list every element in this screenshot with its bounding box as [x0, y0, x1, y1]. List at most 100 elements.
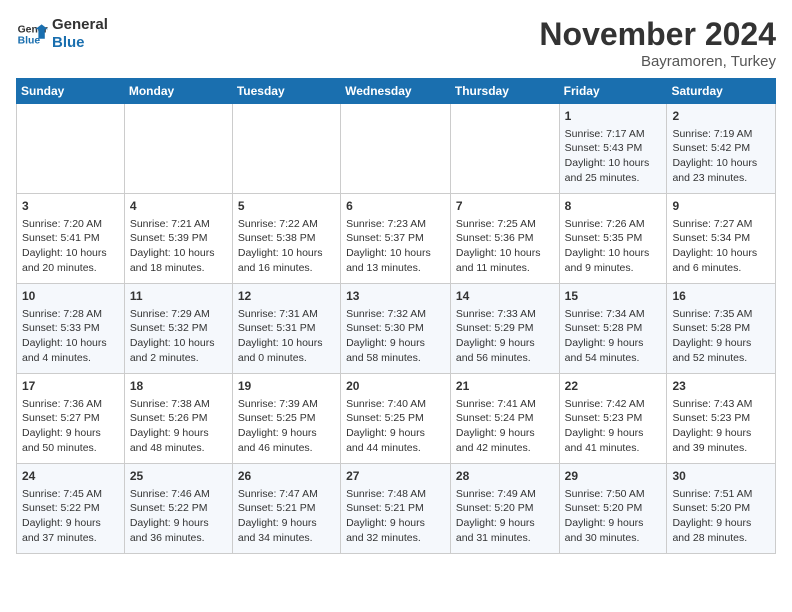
day-content: Daylight: 9 hours and 56 minutes. — [456, 336, 554, 365]
day-content: Sunrise: 7:49 AM — [456, 487, 554, 502]
day-content: Sunset: 5:37 PM — [346, 231, 445, 246]
day-content: Sunrise: 7:27 AM — [672, 217, 770, 232]
day-content: Daylight: 9 hours and 46 minutes. — [238, 426, 335, 455]
day-number: 21 — [456, 378, 554, 395]
day-number: 2 — [672, 108, 770, 125]
day-content: Sunrise: 7:28 AM — [22, 307, 119, 322]
day-content: Daylight: 9 hours and 32 minutes. — [346, 516, 445, 545]
day-content: Daylight: 9 hours and 50 minutes. — [22, 426, 119, 455]
day-content: Daylight: 10 hours and 2 minutes. — [130, 336, 227, 365]
table-row — [232, 104, 340, 194]
location: Bayramoren, Turkey — [539, 53, 776, 70]
day-content: Sunrise: 7:38 AM — [130, 397, 227, 412]
day-content: Sunrise: 7:39 AM — [238, 397, 335, 412]
table-row: 22Sunrise: 7:42 AMSunset: 5:23 PMDayligh… — [559, 374, 667, 464]
day-content: Sunset: 5:23 PM — [565, 411, 662, 426]
table-row — [341, 104, 451, 194]
day-content: Sunset: 5:21 PM — [346, 501, 445, 516]
col-sunday: Sunday — [17, 79, 125, 104]
day-number: 27 — [346, 468, 445, 485]
day-content: Sunset: 5:34 PM — [672, 231, 770, 246]
day-content: Daylight: 9 hours and 39 minutes. — [672, 426, 770, 455]
day-content: Daylight: 10 hours and 6 minutes. — [672, 246, 770, 275]
table-row: 15Sunrise: 7:34 AMSunset: 5:28 PMDayligh… — [559, 284, 667, 374]
day-content: Daylight: 9 hours and 28 minutes. — [672, 516, 770, 545]
day-content: Sunrise: 7:26 AM — [565, 217, 662, 232]
col-tuesday: Tuesday — [232, 79, 340, 104]
day-content: Sunset: 5:28 PM — [565, 321, 662, 336]
table-row: 25 Sunrise: 7:46 AMSunset: 5:22 PMDayligh… — [124, 464, 232, 554]
table-row: 2Sunrise: 7:19 AMSunset: 5:42 PMDaylight… — [667, 104, 776, 194]
day-content: Sunset: 5:33 PM — [22, 321, 119, 336]
day-content: Sunrise: 7:41 AM — [456, 397, 554, 412]
day-content: Daylight: 10 hours and 18 minutes. — [130, 246, 227, 275]
day-content: Sunrise: 7:31 AM — [238, 307, 335, 322]
table-row: 21Sunrise: 7:41 AMSunset: 5:24 PMDayligh… — [450, 374, 559, 464]
table-row: 7Sunrise: 7:25 AMSunset: 5:36 PMDaylight… — [450, 194, 559, 284]
day-content: Sunrise: 7:43 AM — [672, 397, 770, 412]
table-row: 29Sunrise: 7:50 AMSunset: 5:20 PMDayligh… — [559, 464, 667, 554]
day-content: Sunset: 5:25 PM — [346, 411, 445, 426]
title-block: November 2024 Bayramoren, Turkey — [539, 16, 776, 70]
day-content: Sunrise: 7:47 AM — [238, 487, 335, 502]
day-content: Sunset: 5:43 PM — [565, 141, 662, 156]
day-content: Daylight: 9 hours and 37 minutes. — [22, 516, 119, 545]
day-content: Sunrise: 7:46 AM — [130, 487, 227, 502]
table-row: 11Sunrise: 7:29 AMSunset: 5:32 PMDayligh… — [124, 284, 232, 374]
day-number: 11 — [130, 288, 227, 305]
day-content: Sunset: 5:27 PM — [22, 411, 119, 426]
day-content: Sunset: 5:22 PM — [130, 501, 227, 516]
day-number: 9 — [672, 198, 770, 215]
day-number: 15 — [565, 288, 662, 305]
logo-icon: General Blue — [16, 18, 48, 50]
logo-blue: Blue — [52, 34, 108, 52]
calendar-header: Sunday Monday Tuesday Wednesday Thursday… — [17, 79, 776, 104]
col-saturday: Saturday — [667, 79, 776, 104]
table-row: 10Sunrise: 7:28 AMSunset: 5:33 PMDayligh… — [17, 284, 125, 374]
day-content: Daylight: 10 hours and 13 minutes. — [346, 246, 445, 275]
day-number: 18 — [130, 378, 227, 395]
day-content: Daylight: 9 hours and 58 minutes. — [346, 336, 445, 365]
day-content: Sunrise: 7:29 AM — [130, 307, 227, 322]
day-content: Sunset: 5:25 PM — [238, 411, 335, 426]
day-content: Sunset: 5:28 PM — [672, 321, 770, 336]
day-number: 25 — [130, 468, 227, 485]
day-content: Daylight: 10 hours and 0 minutes. — [238, 336, 335, 365]
day-number: 16 — [672, 288, 770, 305]
col-friday: Friday — [559, 79, 667, 104]
day-content: Sunset: 5:42 PM — [672, 141, 770, 156]
day-number: 24 — [22, 468, 119, 485]
calendar-body: 1Sunrise: 7:17 AMSunset: 5:43 PMDaylight… — [17, 104, 776, 554]
table-row — [17, 104, 125, 194]
day-content: Sunset: 5:35 PM — [565, 231, 662, 246]
day-number: 20 — [346, 378, 445, 395]
day-content: Sunrise: 7:50 AM — [565, 487, 662, 502]
day-content: Daylight: 9 hours and 36 minutes. — [130, 516, 227, 545]
day-content: Daylight: 10 hours and 16 minutes. — [238, 246, 335, 275]
table-row: 14Sunrise: 7:33 AMSunset: 5:29 PMDayligh… — [450, 284, 559, 374]
table-row: 30Sunrise: 7:51 AMSunset: 5:20 PMDayligh… — [667, 464, 776, 554]
day-content: Sunrise: 7:25 AM — [456, 217, 554, 232]
day-content: Sunset: 5:38 PM — [238, 231, 335, 246]
table-row: 17Sunrise: 7:36 AMSunset: 5:27 PMDayligh… — [17, 374, 125, 464]
day-content: Daylight: 10 hours and 9 minutes. — [565, 246, 662, 275]
table-row: 19Sunrise: 7:39 AMSunset: 5:25 PMDayligh… — [232, 374, 340, 464]
day-content: Sunset: 5:30 PM — [346, 321, 445, 336]
table-row: 12Sunrise: 7:31 AMSunset: 5:31 PMDayligh… — [232, 284, 340, 374]
table-row: 20Sunrise: 7:40 AMSunset: 5:25 PMDayligh… — [341, 374, 451, 464]
day-content: Sunrise: 7:23 AM — [346, 217, 445, 232]
day-number: 1 — [565, 108, 662, 125]
day-content: Daylight: 9 hours and 41 minutes. — [565, 426, 662, 455]
day-number: 23 — [672, 378, 770, 395]
day-content: Sunset: 5:20 PM — [672, 501, 770, 516]
day-number: 13 — [346, 288, 445, 305]
table-row: 8Sunrise: 7:26 AMSunset: 5:35 PMDaylight… — [559, 194, 667, 284]
day-content: Sunset: 5:36 PM — [456, 231, 554, 246]
day-number: 14 — [456, 288, 554, 305]
table-row: 5Sunrise: 7:22 AMSunset: 5:38 PMDaylight… — [232, 194, 340, 284]
calendar-table: Sunday Monday Tuesday Wednesday Thursday… — [16, 78, 776, 554]
day-content: Sunset: 5:41 PM — [22, 231, 119, 246]
day-content: Sunset: 5:24 PM — [456, 411, 554, 426]
day-content: Sunrise: 7:35 AM — [672, 307, 770, 322]
col-thursday: Thursday — [450, 79, 559, 104]
